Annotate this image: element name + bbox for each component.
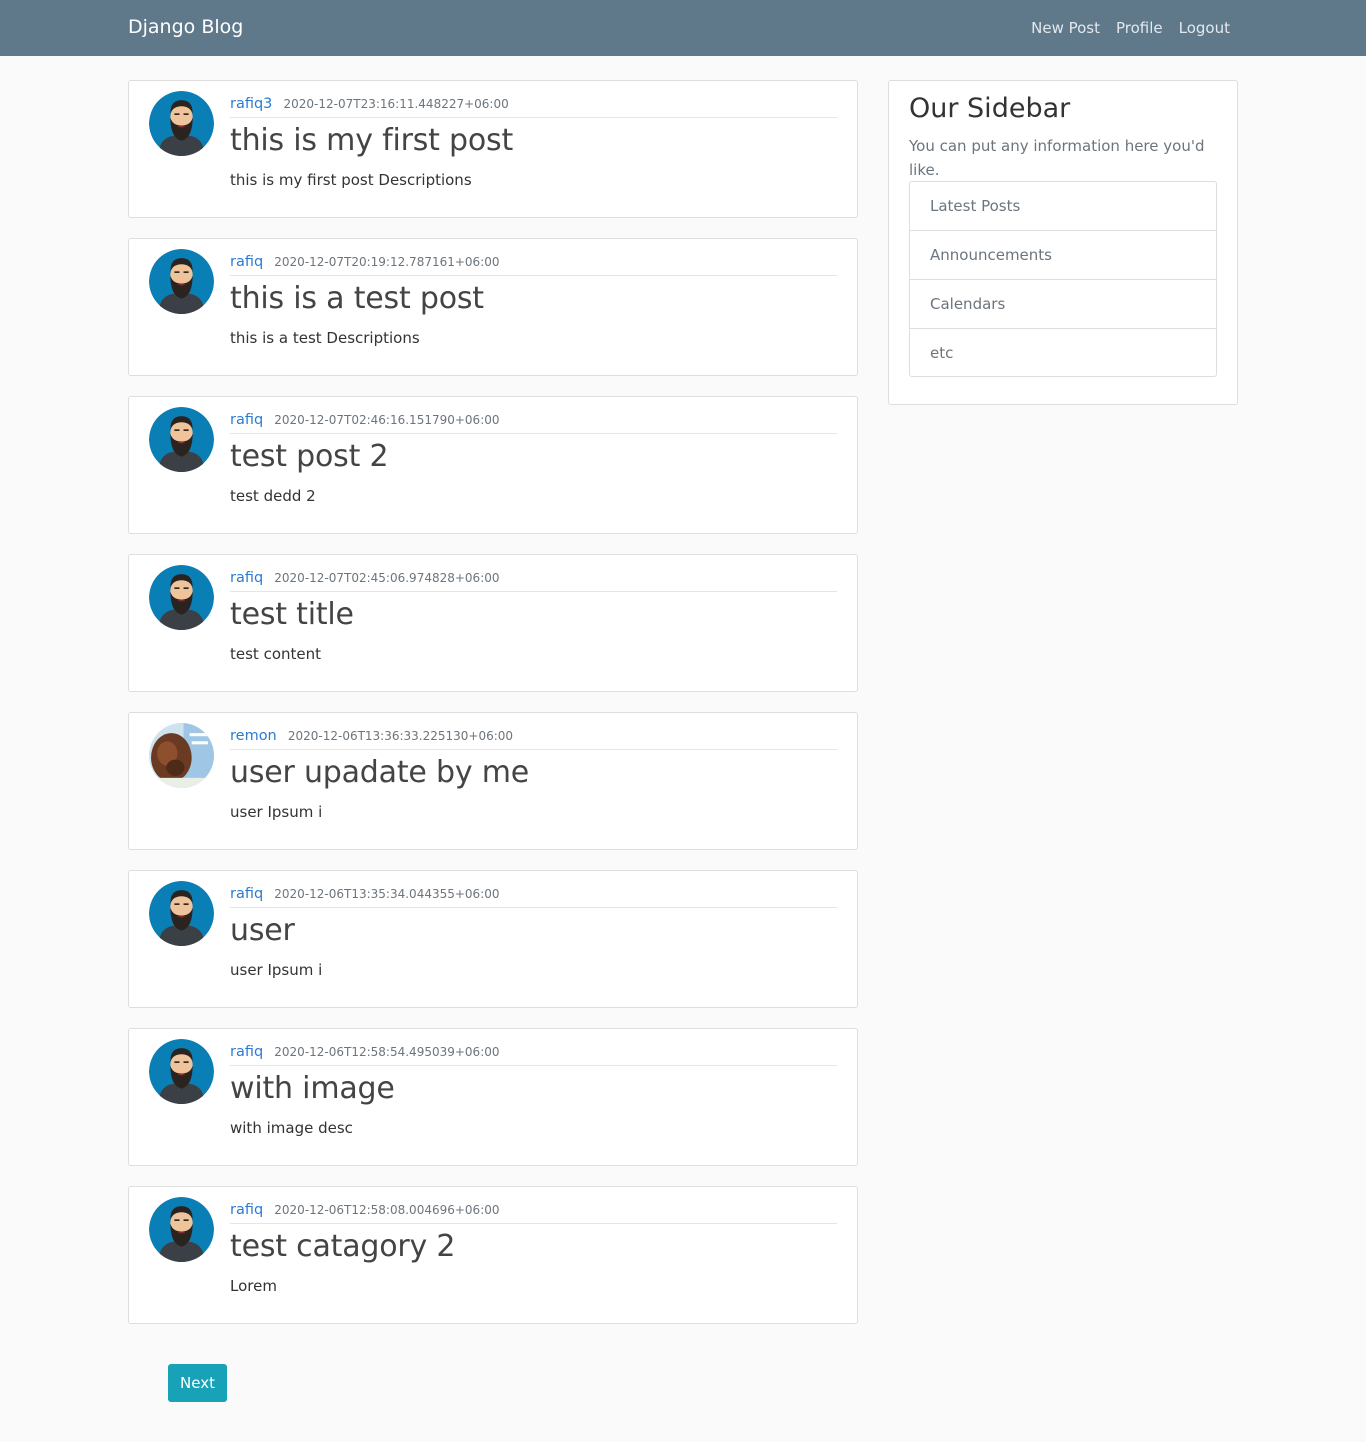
post-date: 2020-12-07T23:16:11.448227+06:00	[283, 97, 509, 111]
photo-avatar-icon	[149, 723, 214, 788]
bearded-man-icon	[149, 407, 214, 472]
post-description: this is my first post Descriptions	[230, 171, 472, 189]
post-title[interactable]: test catagory 2	[230, 1229, 455, 1264]
sidebar: Our Sidebar You can put any information …	[888, 80, 1238, 405]
post-card: remon 2020-12-06T13:36:33.225130+06:00 u…	[128, 712, 858, 850]
post-card: rafiq 2020-12-07T20:19:12.787161+06:00 t…	[128, 238, 858, 376]
bearded-man-svg	[149, 407, 214, 472]
bearded-man-icon	[149, 91, 214, 156]
sidebar-list: Latest Posts Announcements Calendars etc	[909, 181, 1217, 377]
bearded-man-svg	[149, 249, 214, 314]
author-link[interactable]: rafiq	[230, 886, 263, 902]
post-meta: rafiq 2020-12-06T12:58:54.495039+06:00	[230, 1041, 837, 1066]
bearded-man-icon	[149, 1197, 214, 1262]
author-link[interactable]: rafiq	[230, 570, 263, 586]
post-date: 2020-12-07T20:19:12.787161+06:00	[274, 255, 500, 269]
post-card: rafiq 2020-12-07T02:45:06.974828+06:00 t…	[128, 554, 858, 692]
post-meta: rafiq 2020-12-06T12:58:08.004696+06:00	[230, 1199, 837, 1224]
post-title[interactable]: user	[230, 913, 295, 948]
brand-link[interactable]: Django Blog	[128, 16, 243, 38]
post-meta: remon 2020-12-06T13:36:33.225130+06:00	[230, 725, 837, 750]
author-link[interactable]: remon	[230, 728, 277, 744]
post-title[interactable]: this is my first post	[230, 123, 513, 158]
post-title[interactable]: test post 2	[230, 439, 389, 474]
bearded-man-svg	[149, 565, 214, 630]
bearded-man-icon	[149, 881, 214, 946]
author-link[interactable]: rafiq3	[230, 96, 272, 112]
sidebar-text: You can put any information here you'd l…	[909, 137, 1205, 179]
post-description: test dedd 2	[230, 487, 316, 505]
post-card: rafiq 2020-12-06T12:58:08.004696+06:00 t…	[128, 1186, 858, 1324]
post-title[interactable]: test title	[230, 597, 354, 632]
post-date: 2020-12-06T13:36:33.225130+06:00	[287, 729, 514, 743]
post-date: 2020-12-07T02:46:16.151790+06:00	[274, 413, 500, 427]
bearded-man-svg	[149, 1039, 214, 1104]
post-meta: rafiq 2020-12-07T02:45:06.974828+06:00	[230, 567, 837, 592]
post-description: Lorem	[230, 1277, 277, 1295]
sidebar-item-announcements[interactable]: Announcements	[910, 231, 1216, 280]
post-title[interactable]: with image	[230, 1071, 395, 1106]
sidebar-item-etc[interactable]: etc	[910, 329, 1216, 376]
author-link[interactable]: rafiq	[230, 254, 263, 270]
post-meta: rafiq 2020-12-06T13:35:34.044355+06:00	[230, 883, 837, 908]
post-description: with image desc	[230, 1119, 353, 1137]
bearded-man-icon	[149, 1039, 214, 1104]
new-post-link[interactable]: New Post	[1031, 19, 1100, 37]
post-description: user Ipsum i	[230, 961, 323, 979]
logout-link[interactable]: Logout	[1179, 19, 1230, 37]
post-meta: rafiq3 2020-12-07T23:16:11.448227+06:00	[230, 93, 837, 118]
post-date: 2020-12-07T02:45:06.974828+06:00	[274, 571, 500, 585]
profile-link[interactable]: Profile	[1116, 19, 1163, 37]
bearded-man-svg	[149, 1197, 214, 1262]
author-link[interactable]: rafiq	[230, 1044, 263, 1060]
post-title[interactable]: user upadate by me	[230, 755, 529, 790]
author-link[interactable]: rafiq	[230, 412, 263, 428]
post-card: rafiq 2020-12-07T02:46:16.151790+06:00 t…	[128, 396, 858, 534]
next-page-button[interactable]: Next	[168, 1364, 227, 1402]
navbar: Django Blog New Post Profile Logout	[0, 0, 1366, 56]
nav-links: New Post Profile Logout	[1031, 19, 1230, 37]
post-card: rafiq 2020-12-06T13:35:34.044355+06:00 u…	[128, 870, 858, 1008]
post-meta: rafiq 2020-12-07T02:46:16.151790+06:00	[230, 409, 837, 434]
bearded-man-svg	[149, 91, 214, 156]
post-date: 2020-12-06T12:58:54.495039+06:00	[274, 1045, 500, 1059]
post-description: user Ipsum i	[230, 803, 323, 821]
post-description: this is a test Descriptions	[230, 329, 420, 347]
post-card: rafiq3 2020-12-07T23:16:11.448227+06:00 …	[128, 80, 858, 218]
sidebar-title: Our Sidebar	[909, 93, 1071, 124]
bearded-man-svg	[149, 881, 214, 946]
post-date: 2020-12-06T13:35:34.044355+06:00	[274, 887, 500, 901]
photo-avatar-svg	[149, 723, 214, 788]
sidebar-item-calendars[interactable]: Calendars	[910, 280, 1216, 329]
bearded-man-icon	[149, 565, 214, 630]
author-link[interactable]: rafiq	[230, 1202, 263, 1218]
post-meta: rafiq 2020-12-07T20:19:12.787161+06:00	[230, 251, 837, 276]
bearded-man-icon	[149, 249, 214, 314]
post-description: test content	[230, 645, 322, 663]
post-feed: rafiq3 2020-12-07T23:16:11.448227+06:00 …	[128, 80, 858, 1344]
sidebar-item-latest-posts[interactable]: Latest Posts	[910, 182, 1216, 231]
post-date: 2020-12-06T12:58:08.004696+06:00	[274, 1203, 500, 1217]
post-card: rafiq 2020-12-06T12:58:54.495039+06:00 w…	[128, 1028, 858, 1166]
post-title[interactable]: this is a test post	[230, 281, 484, 316]
